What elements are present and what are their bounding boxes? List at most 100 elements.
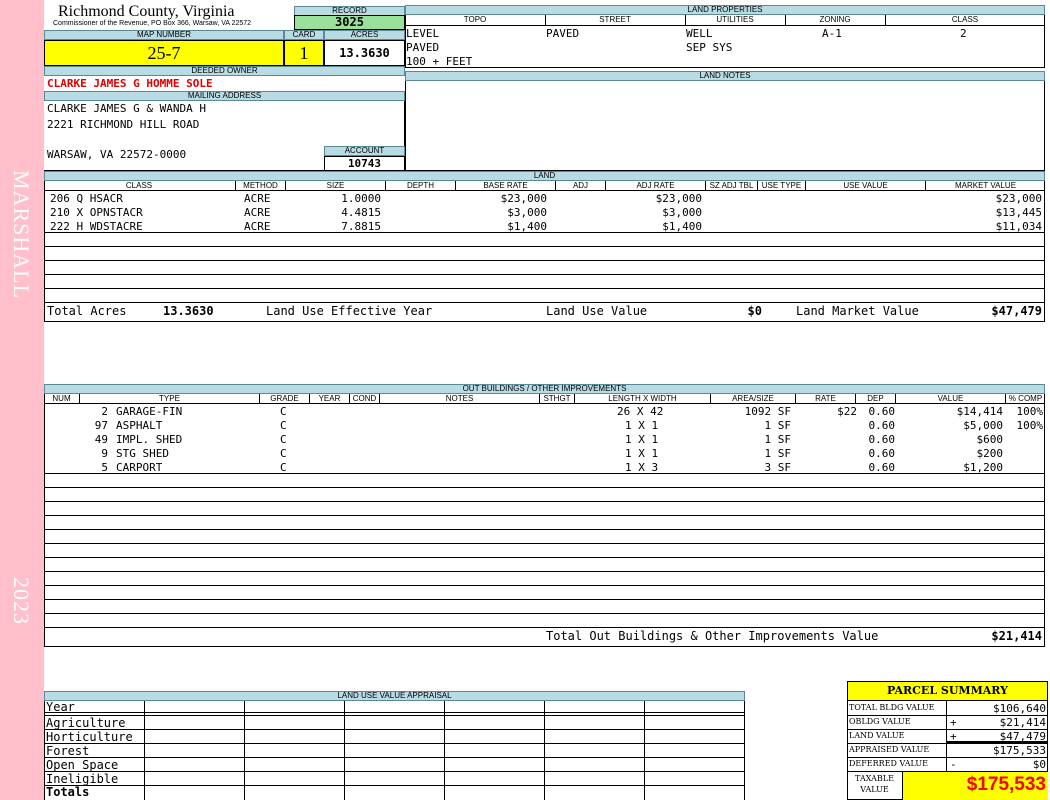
acres-value: 13.3630	[324, 40, 405, 66]
outbuildings-header: OUT BUILDINGS / OTHER IMPROVEMENTS	[44, 384, 1045, 394]
ob-lw: 1 X 1	[625, 447, 659, 460]
total-acres: 13.3630	[163, 304, 214, 318]
mailing-line-1: CLARKE JAMES G & WANDA H	[47, 102, 206, 115]
land-size: 1.0000	[341, 192, 381, 205]
ob-comp: 100%	[1016, 405, 1044, 418]
ob-h-cond: COND	[349, 394, 379, 404]
summary-value-appraised: $175,533	[993, 744, 1046, 757]
divider	[44, 515, 1045, 516]
summary-label-land: LAND VALUE	[849, 731, 905, 740]
luva-header: LAND USE VALUE APPRAISAL	[44, 691, 745, 701]
land-adj-rate: $23,000	[655, 192, 702, 205]
luva-row-totals: Totals	[46, 785, 90, 799]
parcel-summary-title: PARCEL SUMMARY	[847, 681, 1048, 701]
land-header: LAND	[44, 171, 1045, 181]
ob-grade: C	[280, 433, 287, 446]
divider	[44, 785, 745, 786]
card-number: 1	[284, 40, 324, 66]
ob-area: 1 SF	[764, 433, 792, 446]
divider	[44, 729, 745, 730]
ob-grade: C	[280, 405, 287, 418]
ob-h-year: YEAR	[309, 394, 349, 404]
divider	[44, 543, 1045, 544]
divider	[44, 529, 1045, 530]
summary-value-obldg: $21,414	[999, 716, 1046, 729]
divider	[44, 585, 1045, 586]
summary-label-appraised: APPRAISED VALUE	[849, 745, 930, 754]
ob-dep: 0.60	[868, 433, 896, 446]
ob-lw: 1 X 1	[625, 433, 659, 446]
ob-h-lw: LENGTH X WIDTH	[574, 394, 710, 404]
ob-type: GARAGE-FIN	[116, 405, 183, 418]
ob-type: STG SHED	[116, 447, 169, 460]
divider	[44, 473, 1045, 474]
record-value: 3025	[294, 15, 405, 30]
summary-value-bldg: $106,640	[993, 702, 1046, 715]
luva-row-agriculture: Agriculture	[46, 716, 126, 730]
sidebar-year: 2023	[9, 577, 34, 625]
ob-h-sthgt: STHGT	[539, 394, 574, 404]
land-h-usetype: USE TYPE	[757, 181, 805, 191]
county-address: Commissioner of the Revenue, PO Box 366,…	[53, 20, 252, 27]
lp-h-street: STREET	[599, 15, 631, 24]
ob-type: IMPL. SHED	[116, 433, 183, 446]
ob-dep: 0.60	[868, 405, 896, 418]
land-h-usevalue: USE VALUE	[805, 181, 925, 191]
ob-total-label: Total Out Buildings & Other Improvements…	[546, 629, 879, 643]
mailing-address-header: MAILING ADDRESS	[44, 91, 405, 101]
ob-lw: 1 X 1	[625, 419, 659, 432]
land-market-value-label: Land Market Value	[796, 304, 919, 318]
divider	[44, 571, 1045, 572]
ob-area: 1 SF	[764, 447, 792, 460]
summary-value-deferred: $0	[1032, 758, 1046, 771]
ob-type: ASPHALT	[116, 419, 163, 432]
land-market-value-total: $47,479	[991, 304, 1042, 318]
divider	[44, 743, 745, 744]
card-header: CARD	[284, 30, 324, 40]
mailing-line-3: WARSAW, VA 22572-0000	[47, 148, 187, 161]
ob-h-type: TYPE	[79, 394, 259, 404]
ob-value: $600	[976, 433, 1004, 446]
divider	[44, 274, 1045, 275]
taxable-label-2: VALUE	[860, 785, 889, 794]
ob-area: 1092 SF	[744, 405, 791, 418]
land-adj-rate: $3,000	[662, 206, 702, 219]
land-h-base: BASE RATE	[455, 181, 555, 191]
ob-lw: 26 X 42	[617, 405, 664, 418]
luva-row-ineligible: Ineligible	[46, 772, 119, 786]
ob-value: $14,414	[956, 405, 1003, 418]
land-base-rate: $3,000	[507, 206, 547, 219]
map-number-header: MAP NUMBER	[44, 30, 284, 40]
land-class: 206 Q HSACR	[50, 192, 123, 205]
summary-label-deferred: DEFERRED VALUE	[849, 759, 928, 768]
ob-h-dep: DEP	[855, 394, 895, 404]
ob-total: $21,414	[991, 629, 1042, 643]
divider	[44, 557, 1045, 558]
total-acres-label: Total Acres	[47, 304, 127, 318]
land-method: ACRE	[244, 192, 271, 205]
lp-topo-3: 100 + FEET	[406, 55, 473, 68]
land-h-size: SIZE	[285, 181, 385, 191]
divider	[44, 627, 1045, 628]
ob-h-grade: GRADE	[259, 394, 309, 404]
land-h-adj: ADJ	[555, 181, 605, 191]
map-number: 25-7	[44, 40, 284, 66]
lp-utilities-1: WELL	[686, 27, 713, 40]
ob-h-num: NUM	[52, 394, 71, 403]
divider	[44, 487, 1045, 488]
ob-h-value: VALUE	[895, 394, 1005, 404]
luva-row-open-space: Open Space	[46, 758, 119, 772]
sidebar-district: MARSHALL	[9, 170, 34, 300]
ob-h-comp: % COMP	[1005, 394, 1045, 404]
land-h-method: METHOD	[235, 181, 285, 191]
ob-num: 2	[101, 405, 108, 418]
ob-rate: $22	[837, 405, 857, 418]
divider	[44, 712, 745, 713]
divider	[946, 701, 947, 772]
land-h-szadj: SZ ADJ TBL	[705, 181, 757, 191]
ob-value: $200	[976, 447, 1004, 460]
luva-row-horticulture: Horticulture	[46, 730, 133, 744]
divider	[44, 599, 1045, 600]
land-use-value-label: Land Use Value	[546, 304, 648, 318]
land-properties-header: LAND PROPERTIES	[405, 5, 1045, 15]
